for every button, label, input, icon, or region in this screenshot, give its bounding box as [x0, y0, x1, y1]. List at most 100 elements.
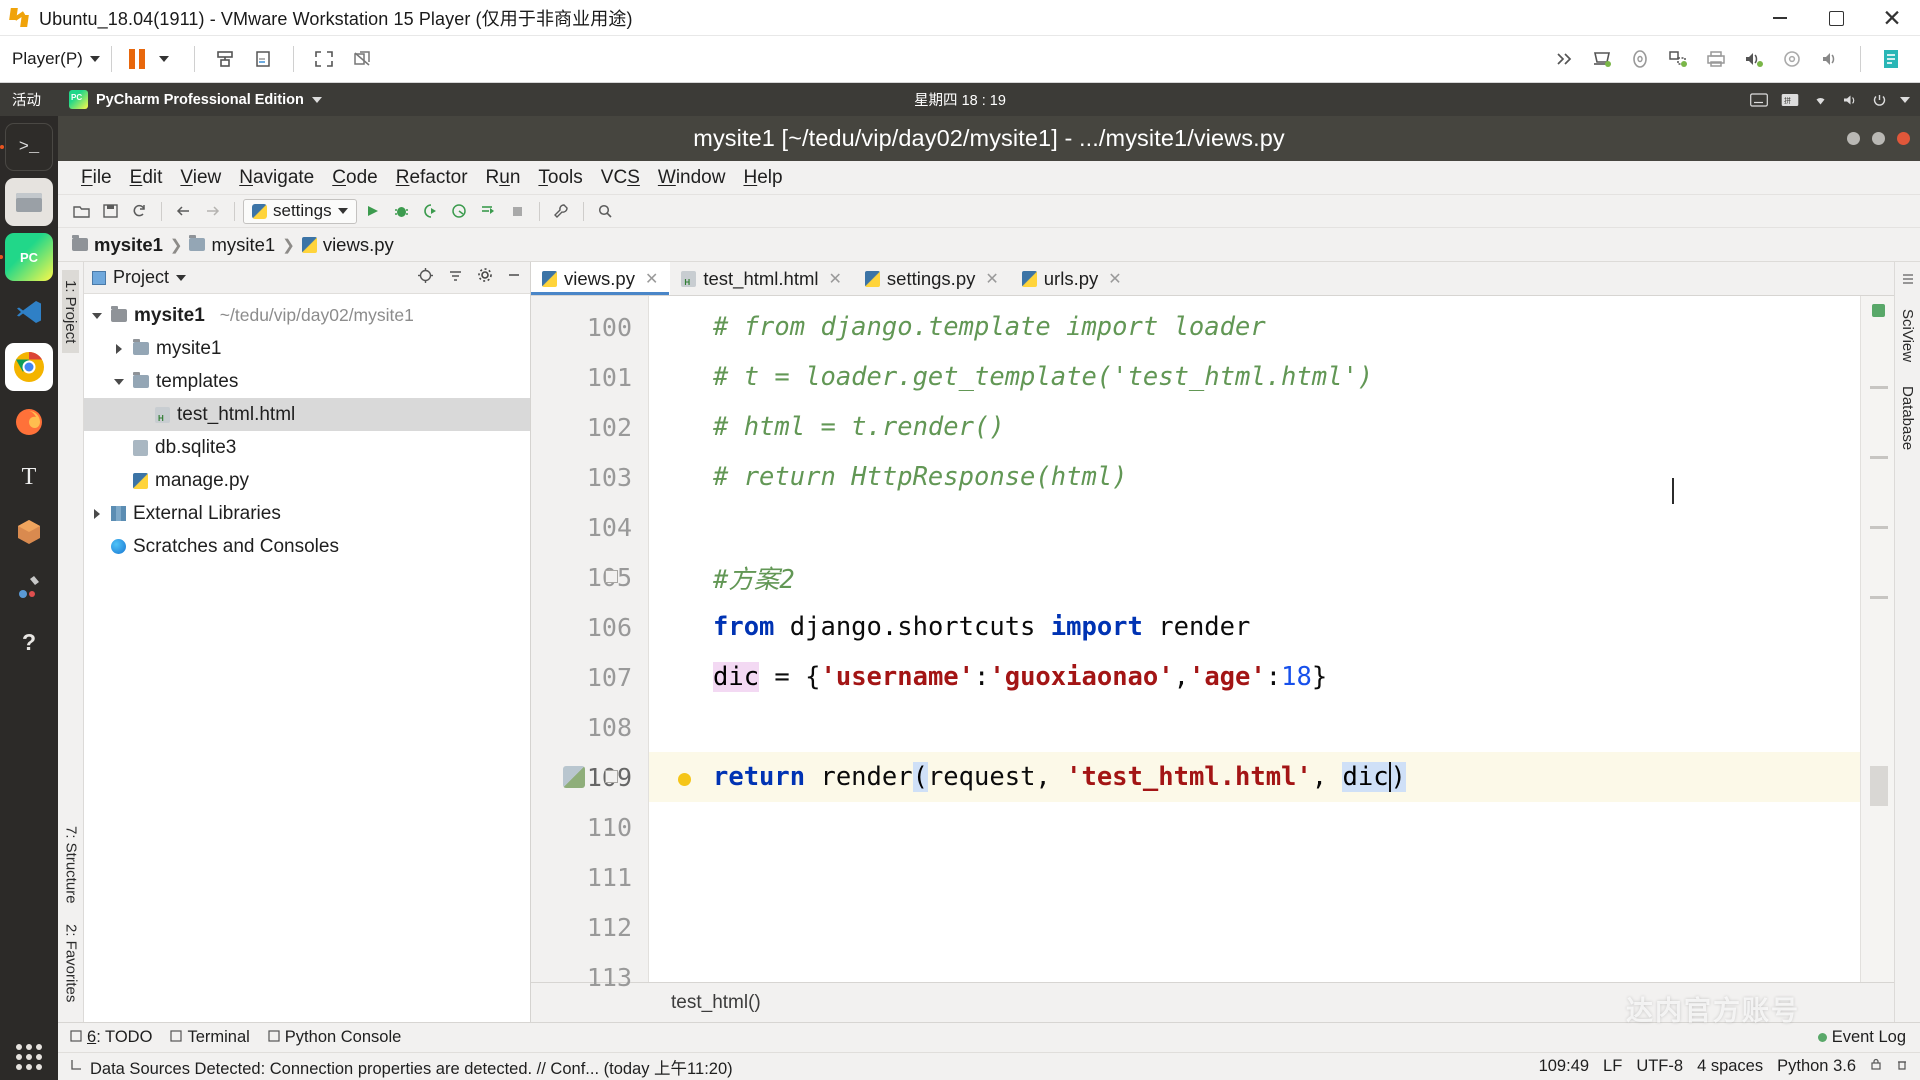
system-clock[interactable]: 星期四 18 : 19 [914, 89, 1006, 110]
line-number[interactable]: 113 [531, 952, 648, 1002]
editor-tab-settings-py[interactable]: settings.py ✕ [854, 262, 1011, 295]
player-menu-button[interactable]: Player(P) [12, 49, 100, 69]
target-icon[interactable] [417, 267, 434, 289]
launcher-item-files[interactable] [5, 178, 53, 226]
code-line[interactable] [649, 902, 1860, 952]
editor-tab-views-py[interactable]: views.py ✕ [531, 262, 671, 295]
tree-twisty-down-icon[interactable] [90, 313, 104, 319]
bottom-tab-python-console[interactable]: Python Console [268, 1028, 401, 1047]
line-separator[interactable]: LF [1603, 1057, 1622, 1076]
collapse-all-icon[interactable] [447, 267, 464, 289]
fullscreen-icon[interactable] [307, 44, 341, 74]
line-number[interactable]: 108 [531, 702, 648, 752]
maximize-button[interactable] [1808, 0, 1864, 36]
line-number[interactable]: 100 [531, 302, 648, 352]
menu-item-code[interactable]: Code [323, 165, 386, 191]
menu-item-refactor[interactable]: Refactor [387, 165, 477, 191]
run-with-console-icon[interactable] [475, 199, 502, 224]
code-line[interactable]: # html = t.render() [649, 402, 1860, 452]
launcher-item-terminal[interactable] [0, 123, 53, 171]
tree-twisty-right-icon[interactable] [112, 344, 126, 354]
tree-twisty-down-icon[interactable] [112, 379, 126, 385]
sidebar-item-structure[interactable]: 7: Structure [63, 816, 80, 914]
breadcrumb-item-views-py[interactable]: views.py [301, 234, 394, 256]
code-line[interactable]: # t = loader.get_template('test_html.htm… [649, 352, 1860, 402]
pycharm-close-button[interactable] [1897, 132, 1910, 145]
close-tab-icon[interactable]: ✕ [1108, 269, 1121, 289]
launcher-item-tools[interactable] [5, 563, 53, 611]
launcher-item-vscode[interactable] [5, 288, 53, 336]
tree-item-mysite1[interactable]: mysite1 ~/tedu/vip/day02/mysite1 [84, 299, 530, 332]
intention-bulb-icon[interactable] [678, 771, 691, 790]
line-number[interactable]: 110 [531, 802, 648, 852]
menu-item-tools[interactable]: Tools [529, 165, 591, 191]
volume-icon[interactable] [1842, 93, 1859, 107]
caret-position[interactable]: 109:49 [1539, 1057, 1589, 1076]
html-template-gutter-icon[interactable] [563, 766, 585, 788]
active-application-menu[interactable]: PyCharm Professional Edition [69, 90, 322, 109]
unity-mode-icon[interactable] [345, 44, 379, 74]
bottom-tab-6--todo[interactable]: 6: TODO [70, 1028, 152, 1047]
python-interpreter[interactable]: Python 3.6 [1777, 1057, 1856, 1076]
chevron-down-icon[interactable] [147, 44, 181, 74]
launcher-item-chrome[interactable] [5, 343, 53, 391]
keyboard-icon[interactable] [1750, 92, 1768, 107]
stop-icon[interactable] [504, 199, 531, 224]
run-coverage-icon[interactable] [417, 199, 444, 224]
chevron-double-right-icon[interactable] [1547, 44, 1581, 74]
sound-output-icon[interactable] [1737, 44, 1771, 74]
trash-icon[interactable] [1896, 1057, 1908, 1076]
line-number[interactable]: 111 [531, 852, 648, 902]
menu-item-edit[interactable]: Edit [121, 165, 172, 191]
tree-item-db-sqlite3[interactable]: db.sqlite3 [84, 431, 530, 464]
close-button[interactable]: ✕ [1864, 0, 1920, 36]
close-tab-icon[interactable]: ✕ [645, 269, 658, 289]
printer-icon[interactable] [1699, 44, 1733, 74]
usb-icon[interactable] [208, 44, 242, 74]
menu-item-file[interactable]: File [72, 165, 121, 191]
code-line[interactable]: dic = {'username':'guoxiaonao','age':18} [649, 652, 1860, 702]
code-line[interactable]: #方案2 [649, 552, 1860, 602]
pycharm-maximize-button[interactable] [1872, 132, 1885, 145]
back-arrow-icon[interactable] [170, 199, 197, 224]
forward-arrow-icon[interactable] [199, 199, 226, 224]
line-number[interactable]: 102 [531, 402, 648, 452]
code-line[interactable]: # from django.template import loader [649, 302, 1860, 352]
inspection-status-icon[interactable] [1872, 304, 1885, 317]
line-number[interactable]: 107 [531, 652, 648, 702]
editor-scrollbar[interactable] [1860, 296, 1894, 982]
cd-icon[interactable] [246, 44, 280, 74]
tree-item-manage-py[interactable]: manage.py [84, 464, 530, 497]
wrench-icon[interactable] [548, 199, 575, 224]
code-fold-marker[interactable] [605, 570, 618, 583]
sidebar-item-database[interactable]: Database [1899, 376, 1916, 460]
hide-panel-icon[interactable] [506, 267, 522, 288]
editor-tab-urls-py[interactable]: urls.py ✕ [1011, 262, 1134, 295]
sidebar-item-favorites[interactable]: 2: Favorites [63, 914, 80, 1012]
run-icon[interactable] [359, 199, 386, 224]
line-number[interactable]: 104 [531, 502, 648, 552]
line-number[interactable]: 109 [531, 752, 648, 802]
menu-item-navigate[interactable]: Navigate [230, 165, 323, 191]
removable-device-icon[interactable] [1585, 44, 1619, 74]
menu-item-run[interactable]: Run [477, 165, 530, 191]
sidebar-item-project[interactable]: 1: Project [62, 270, 79, 354]
show-applications-button[interactable] [0, 1044, 58, 1070]
line-number[interactable]: 112 [531, 902, 648, 952]
editor-breadcrumb[interactable]: test_html() [671, 992, 761, 1014]
run-configuration-selector[interactable]: settings [243, 198, 357, 224]
tree-item-scratches-and-consoles[interactable]: Scratches and Consoles [84, 530, 530, 563]
code-fold-marker[interactable] [605, 770, 618, 783]
menu-item-vcs[interactable]: VCS [592, 165, 649, 191]
event-log-button[interactable]: Event Log [1817, 1028, 1920, 1047]
settings-gear-icon[interactable] [477, 267, 493, 288]
code-line[interactable]: return render(request, 'test_html.html',… [649, 752, 1860, 802]
bottom-tab-terminal[interactable]: Terminal [170, 1028, 250, 1047]
code-line[interactable] [649, 702, 1860, 752]
sidebar-panel-icon[interactable] [1874, 44, 1908, 74]
launcher-item-firefox[interactable] [5, 398, 53, 446]
launcher-item-text-editor[interactable] [5, 453, 53, 501]
line-number-gutter[interactable]: 1001011021031041051061071081091101111121… [531, 296, 649, 992]
chevron-down-icon[interactable] [1900, 96, 1910, 103]
launcher-item-ubuntu-software[interactable] [5, 508, 53, 556]
